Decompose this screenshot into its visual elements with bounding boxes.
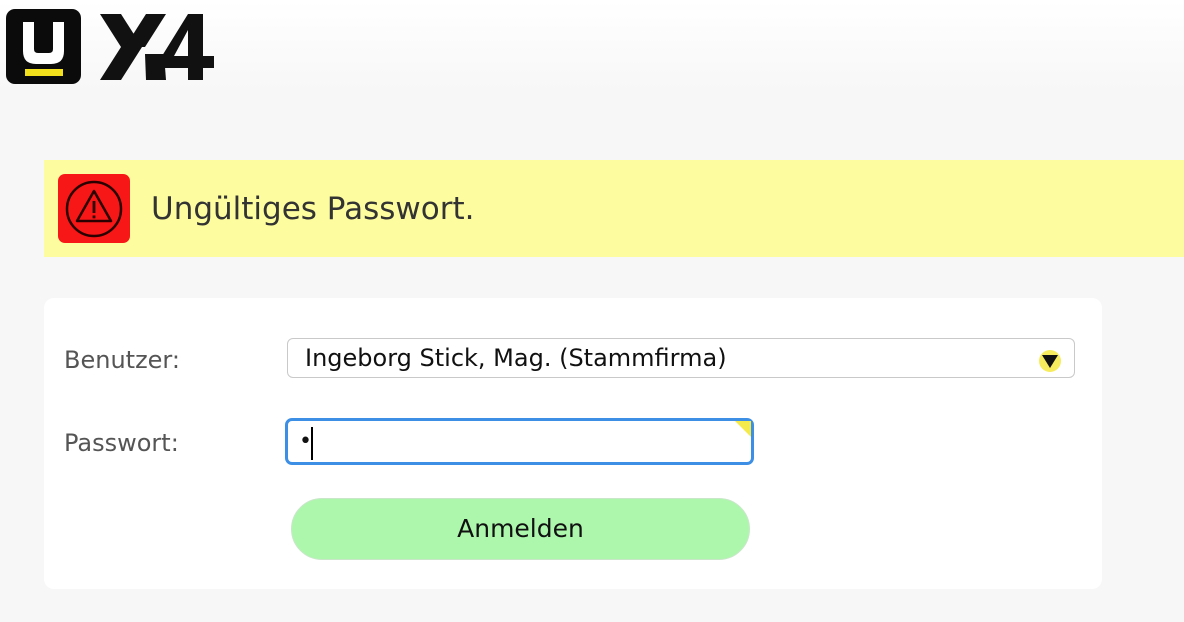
x4-logo-icon	[100, 12, 218, 86]
error-message: Ungültiges Passwort.	[151, 191, 475, 227]
warning-icon	[58, 174, 130, 243]
login-form: Benutzer: Ingeborg Stick, Mag. (Stammfir…	[44, 298, 1102, 589]
login-button[interactable]: Anmelden	[291, 498, 750, 560]
user-select[interactable]: Ingeborg Stick, Mag. (Stammfirma)	[287, 338, 1075, 378]
text-caret	[311, 427, 313, 460]
error-alert: Ungültiges Passwort.	[44, 160, 1184, 257]
password-field[interactable]: •	[285, 418, 754, 465]
user-label: Benutzer:	[64, 346, 180, 374]
chevron-down-icon	[1039, 350, 1061, 372]
u-logo-icon	[6, 9, 81, 84]
user-select-value: Ingeborg Stick, Mag. (Stammfirma)	[305, 344, 727, 372]
password-label: Passwort:	[64, 429, 179, 457]
field-corner-marker	[735, 421, 751, 437]
